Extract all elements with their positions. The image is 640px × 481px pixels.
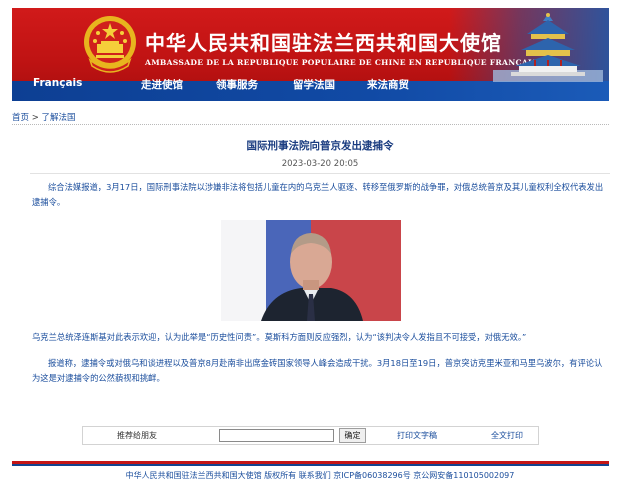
embassy-title: 中华人民共和国驻法兰西共和国大使馆 [145,31,502,55]
divider [12,124,609,125]
print-text-link[interactable]: 打印文字稿 [397,430,437,441]
article-paragraph: 乌克兰总统泽连斯基对此表示欢迎，认为此举是“历史性问责”。莫斯科方面则反应强烈，… [32,332,527,342]
article-date: 2023-03-20 20:05 [281,159,359,169]
nav-item-embassy[interactable]: 走进使馆 [141,77,183,92]
print-full-link[interactable]: 全文打印 [491,430,523,441]
breadcrumb: 首页 > 了解法国 [12,111,76,123]
footer-divider-blue [12,464,609,466]
article-photo [221,220,401,321]
nav-item-trade[interactable]: 来法商贸 [367,77,409,92]
share-email-input[interactable] [219,429,334,442]
footer-copyright: 中华人民共和国驻法兰西共和国大使馆 版权所有 联系我们 京ICP备0603829… [125,471,515,480]
temple-of-heaven-icon [493,13,603,82]
embassy-title-french: AMBASSADE DE LA REPUBLIQUE POPULAIRE DE … [145,58,544,67]
confirm-button[interactable]: 确定 [339,428,366,443]
divider [30,173,610,174]
article-title: 国际刑事法院向普京发出逮捕令 [246,140,394,152]
article-paragraph: 综合法媒报道，3月17日，国际刑事法院以涉嫌非法将包括儿童在内的乌克兰人驱逐、转… [32,182,604,207]
national-emblem-icon [84,16,136,73]
nav-item-study[interactable]: 留学法国 [293,77,335,92]
breadcrumb-current[interactable]: 了解法国 [42,113,76,123]
nav-item-francais[interactable]: Français [33,77,82,89]
share-toolbar: 推荐给朋友 确定 打印文字稿 全文打印 [82,426,539,445]
breadcrumb-home[interactable]: 首页 [12,113,29,123]
article-paragraph: 报道称，逮捕令或对俄乌和谈进程以及普京8月赴南非出席金砖国家领导人峰会造成干扰。… [32,358,603,383]
share-label: 推荐给朋友 [117,431,157,440]
nav-item-consular[interactable]: 领事服务 [216,77,258,92]
breadcrumb-separator: > [31,113,39,123]
